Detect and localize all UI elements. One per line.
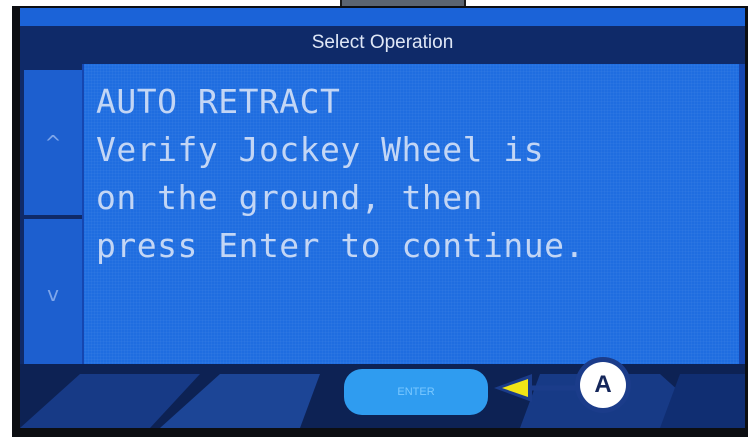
display-screen: Select Operation ^ v AUTO RETRACT Verify… <box>20 8 745 428</box>
caret-up-icon: ^ <box>44 130 62 155</box>
message-line: Verify Jockey Wheel is <box>96 130 545 169</box>
message-line: press Enter to continue. <box>96 226 585 265</box>
message-line: on the ground, then <box>96 178 483 217</box>
enter-button[interactable]: ENTER <box>344 369 488 415</box>
message-panel: AUTO RETRACT Verify Jockey Wheel is on t… <box>84 64 739 364</box>
callout-label: A <box>594 371 612 398</box>
scroll-up-button[interactable]: ^ <box>24 70 82 215</box>
screen-top-strip <box>20 8 745 26</box>
scroll-down-button[interactable]: v <box>24 219 82 369</box>
caret-down-icon: v <box>47 282 59 306</box>
message-heading: AUTO RETRACT <box>96 82 341 121</box>
device-photo: Select Operation ^ v AUTO RETRACT Verify… <box>0 0 748 437</box>
screen-title: Select Operation <box>311 32 454 53</box>
navigation-panel: ^ v <box>20 64 82 374</box>
